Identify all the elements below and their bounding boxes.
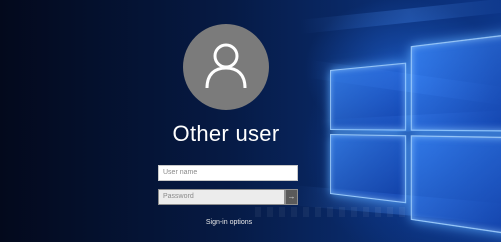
sign-in-options-link[interactable]: Sign-in options [186,219,272,226]
arrow-right-icon: → [287,192,296,201]
avatar [183,24,269,110]
password-field[interactable]: Password [158,189,285,205]
person-icon [205,43,247,89]
username-field[interactable]: User name [158,165,298,181]
background-artifact [255,207,405,217]
submit-button[interactable]: → [285,189,298,205]
windows-logo-pane [330,134,407,204]
lock-screen: Other user User name Password → Sign-in … [0,0,501,242]
windows-logo-pane [330,62,407,131]
windows-logo-pane [410,135,501,237]
account-name: Other user [172,121,280,146]
windows-logo-pane [410,32,501,132]
